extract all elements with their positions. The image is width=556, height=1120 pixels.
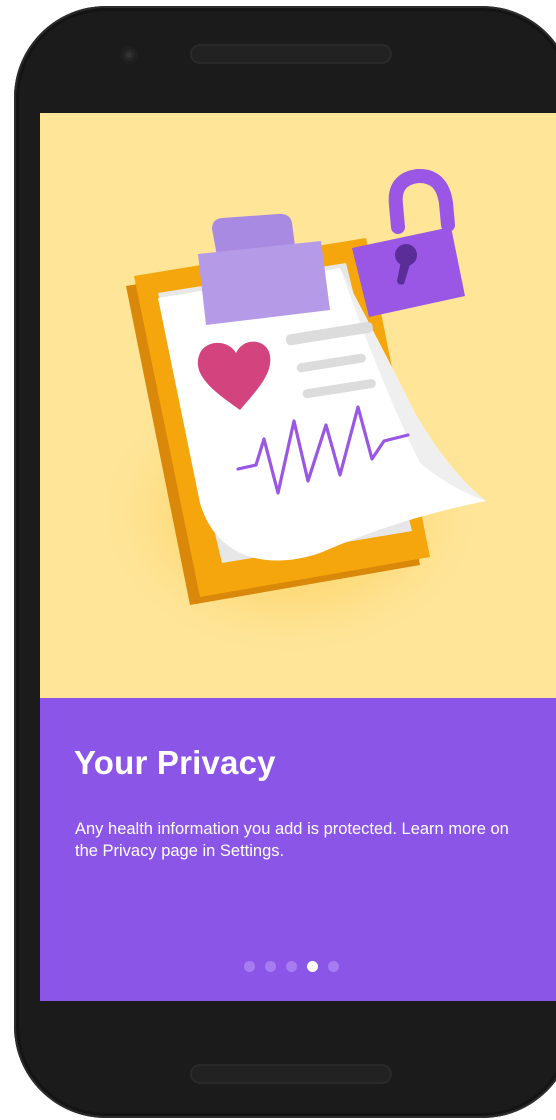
front-camera — [120, 46, 138, 64]
onboarding-screen: Your Privacy Any health information you … — [40, 113, 556, 1001]
page-dot-4-active[interactable] — [307, 961, 318, 972]
page-dot-5[interactable] — [328, 961, 339, 972]
page-indicator — [244, 961, 339, 972]
bottom-speaker-grille — [190, 1064, 392, 1084]
top-speaker-grille — [190, 44, 392, 64]
page-title: Your Privacy — [74, 744, 276, 781]
page-description: Any health information you add is protec… — [75, 820, 509, 860]
clipboard-clip-icon — [198, 213, 330, 325]
privacy-illustration — [90, 169, 490, 663]
page-dot-2[interactable] — [265, 961, 276, 972]
page-dot-3[interactable] — [286, 961, 297, 972]
illustration-area — [40, 113, 556, 698]
info-panel: Your Privacy Any health information you … — [40, 698, 556, 1001]
lock-icon — [352, 169, 465, 317]
page-dot-1[interactable] — [244, 961, 255, 972]
